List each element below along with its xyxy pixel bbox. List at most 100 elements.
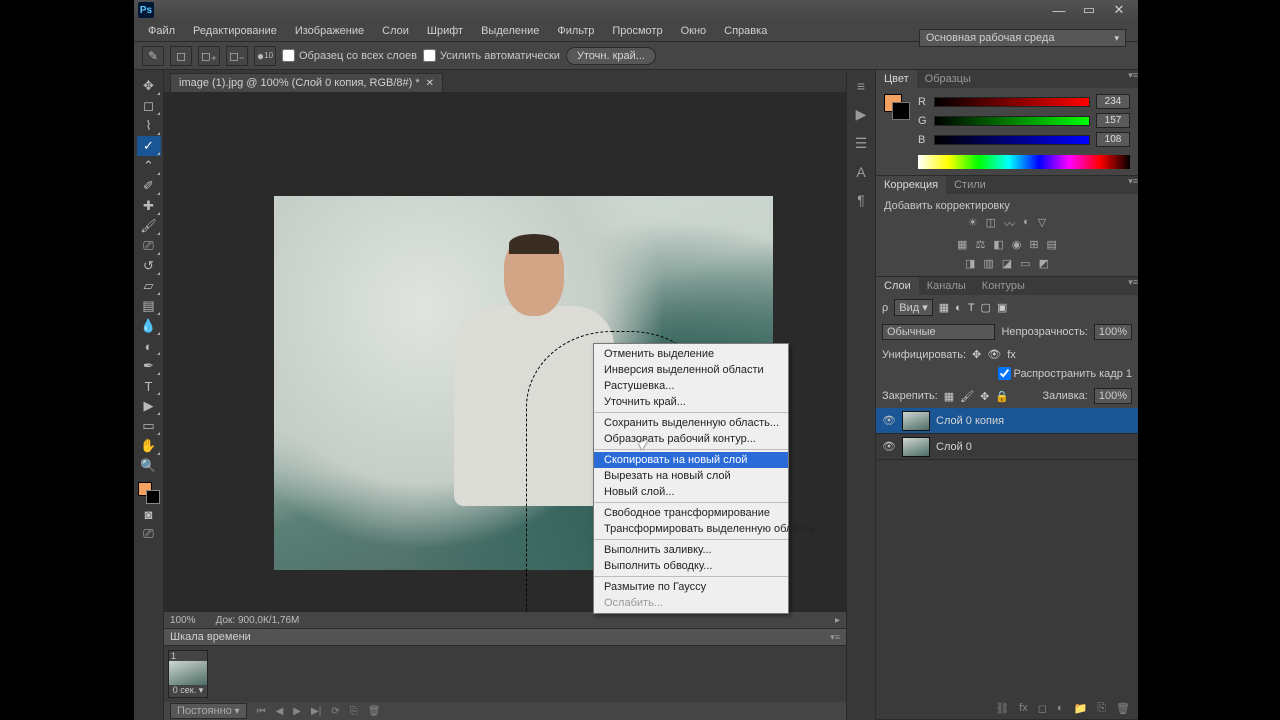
bw-icon[interactable]: ◧ [993, 238, 1003, 251]
dodge-tool-icon[interactable]: ◐ [137, 336, 161, 356]
lasso-tool-icon[interactable]: ⌇ [137, 116, 161, 136]
ctx-inverse-selection[interactable]: Инверсия выделенной области [594, 362, 788, 378]
ctx-save-selection[interactable]: Сохранить выделенную область... [594, 415, 788, 431]
photo-filter-icon[interactable]: ◉ [1012, 238, 1022, 251]
visibility-icon[interactable]: 👁 [882, 414, 896, 427]
play-icon[interactable]: ▶ [293, 706, 301, 717]
marquee-tool-icon[interactable]: ◻ [137, 96, 161, 116]
ctx-feather[interactable]: Растушевка... [594, 378, 788, 394]
stamp-tool-icon[interactable]: ⎚ [137, 236, 161, 256]
tab-layers[interactable]: Слои [876, 277, 919, 295]
spectrum-bar[interactable] [918, 155, 1130, 169]
tween-icon[interactable]: ⟳ [331, 706, 339, 717]
blend-mode-dropdown[interactable]: Обычные [882, 324, 995, 340]
tab-adjustments[interactable]: Коррекция [876, 176, 946, 194]
eraser-tool-icon[interactable]: ▱ [137, 276, 161, 296]
properties-panel-icon[interactable]: ☰ [855, 135, 868, 152]
layer-row[interactable]: 👁 Слой 0 копия [876, 408, 1138, 434]
exposure-icon[interactable]: ◐ [1023, 216, 1030, 232]
color-fg-bg-swatch[interactable] [884, 94, 910, 120]
layer-row[interactable]: 👁 Слой 0 [876, 434, 1138, 460]
quick-mask-icon[interactable]: ◙ [137, 504, 161, 524]
color-panel-menu-icon[interactable]: ▾≡ [1128, 70, 1138, 88]
hue-icon[interactable]: ▦ [957, 238, 967, 251]
unify-visibility-icon[interactable]: 👁 [987, 348, 1001, 361]
menu-view[interactable]: Просмотр [604, 23, 670, 39]
close-button[interactable]: ✕ [1104, 2, 1134, 18]
type-tool-icon[interactable]: T [137, 376, 161, 396]
shape-tool-icon[interactable]: ▭ [137, 416, 161, 436]
mixer-icon[interactable]: ⊞ [1029, 238, 1038, 251]
filter-pixel-icon[interactable]: ▦ [939, 301, 949, 314]
ctx-new-layer[interactable]: Новый слой... [594, 484, 788, 500]
layers-panel-menu-icon[interactable]: ▾≡ [1128, 277, 1138, 295]
b-slider[interactable] [934, 135, 1090, 145]
subtract-selection-icon[interactable]: ◻₋ [226, 46, 248, 66]
auto-enhance-checkbox[interactable]: Усилить автоматически [423, 49, 560, 62]
status-menu-icon[interactable]: ▸ [835, 615, 840, 626]
prev-frame-icon[interactable]: ◀ [276, 706, 284, 717]
workspace-switcher[interactable]: Основная рабочая среда [919, 29, 1126, 47]
lock-position-icon[interactable]: ✥ [980, 390, 989, 403]
visibility-icon[interactable]: 👁 [882, 440, 896, 453]
threshold-icon[interactable]: ◪ [1002, 257, 1012, 270]
filter-smart-icon[interactable]: ▣ [997, 301, 1007, 314]
b-value[interactable]: 108 [1096, 132, 1130, 147]
menu-help[interactable]: Справка [716, 23, 775, 39]
lock-all-icon[interactable]: 🔒 [995, 390, 1009, 403]
zoom-level[interactable]: 100% [170, 615, 196, 626]
new-group-icon[interactable]: 📁 [1074, 702, 1088, 715]
link-layers-icon[interactable]: ⛓ [995, 702, 1009, 715]
loop-mode-dropdown[interactable]: Постоянно ▾ [170, 703, 247, 719]
ctx-transform-selection[interactable]: Трансформировать выделенную область [594, 521, 788, 537]
menu-layers[interactable]: Слои [374, 23, 417, 39]
menu-type[interactable]: Шрифт [419, 23, 471, 39]
eyedropper-tool-icon[interactable]: ✐ [137, 176, 161, 196]
tab-channels[interactable]: Каналы [919, 277, 974, 295]
gradient-tool-icon[interactable]: ▤ [137, 296, 161, 316]
unify-style-icon[interactable]: fx [1007, 349, 1016, 361]
selcolor-icon[interactable]: ◩ [1039, 257, 1049, 270]
tab-color[interactable]: Цвет [876, 70, 917, 88]
lock-pixels-icon[interactable]: 🖌 [960, 390, 974, 403]
fg-bg-color-swatch[interactable] [138, 482, 160, 504]
close-tab-icon[interactable]: ✕ [426, 78, 434, 89]
frame-duration[interactable]: 0 сек. ▾ [169, 685, 207, 697]
brush-tool-icon[interactable]: 🖌 [137, 216, 161, 236]
filter-kind-dropdown[interactable]: Вид ▾ [894, 299, 932, 316]
menu-image[interactable]: Изображение [287, 23, 372, 39]
adjust-panel-menu-icon[interactable]: ▾≡ [1128, 176, 1138, 194]
brush-size-icon[interactable]: ●10 [254, 46, 276, 66]
actions-panel-icon[interactable]: ▶ [856, 106, 867, 123]
menu-filter[interactable]: Фильтр [549, 23, 602, 39]
path-select-tool-icon[interactable]: ▶ [137, 396, 161, 416]
ctx-refine-edge[interactable]: Уточнить край... [594, 394, 788, 410]
tab-swatches[interactable]: Образцы [917, 70, 979, 88]
filter-adjust-icon[interactable]: ◐ [955, 302, 962, 314]
next-frame-icon[interactable]: ▶| [311, 706, 321, 717]
propagate-frame-checkbox[interactable]: Распространить кадр 1 [998, 367, 1132, 380]
g-slider[interactable] [934, 116, 1090, 126]
first-frame-icon[interactable]: ⏮ [257, 706, 266, 717]
ctx-layer-via-cut[interactable]: Вырезать на новый слой [594, 468, 788, 484]
unify-position-icon[interactable]: ✥ [972, 348, 981, 361]
screen-mode-icon[interactable]: ⎚ [137, 524, 161, 544]
paragraph-panel-icon[interactable]: ¶ [857, 192, 865, 208]
opacity-field[interactable]: 100% [1094, 324, 1132, 340]
fill-field[interactable]: 100% [1094, 388, 1132, 404]
move-tool-icon[interactable]: ✥ [137, 76, 161, 96]
layer-fx-icon[interactable]: fx [1019, 702, 1028, 714]
new-layer-icon[interactable]: ⎘ [1097, 702, 1106, 715]
layer-name[interactable]: Слой 0 копия [936, 415, 1004, 427]
lookup-icon[interactable]: ▤ [1047, 238, 1057, 251]
vibrance-icon[interactable]: ▽ [1038, 216, 1046, 232]
document-tab[interactable]: image (1).jpg @ 100% (Слой 0 копия, RGB/… [170, 73, 443, 92]
ctx-make-work-path[interactable]: Образовать рабочий контур... [594, 431, 788, 447]
filter-type-icon[interactable]: T [968, 302, 975, 314]
tab-paths[interactable]: Контуры [974, 277, 1033, 295]
menu-select[interactable]: Выделение [473, 23, 547, 39]
balance-icon[interactable]: ⚖ [975, 238, 985, 251]
filter-shape-icon[interactable]: ▢ [981, 301, 991, 314]
gradmap-icon[interactable]: ▭ [1020, 257, 1030, 270]
ctx-layer-via-copy[interactable]: Скопировать на новый слой [594, 452, 788, 468]
